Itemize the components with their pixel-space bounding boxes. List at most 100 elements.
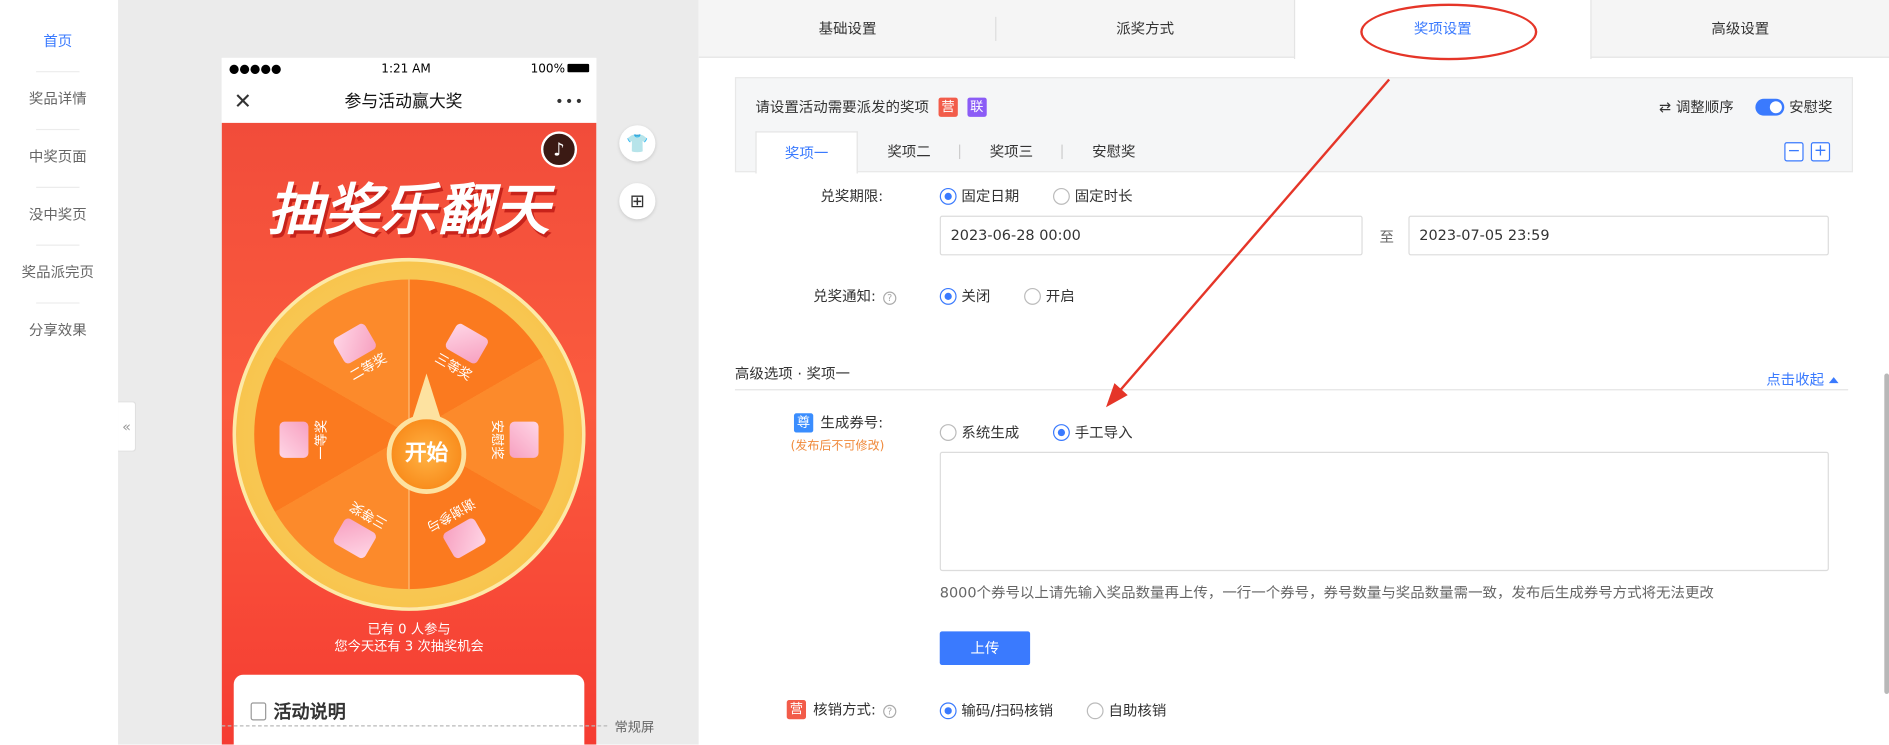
verify-method-label: 营核销方式:?: [752, 699, 897, 720]
phone-preview: ●●●●● 1:21 AM 100% ✕ 参与活动赢大奖 ••• ♪ 抽奖乐翻天…: [221, 57, 597, 745]
nav-item-prize-detail[interactable]: 奖品详情: [12, 70, 104, 128]
tab-award-method[interactable]: 派奖方式: [996, 0, 1294, 58]
coupon-options: 系统生成 手工导入: [939, 422, 1167, 442]
prize-config-title: 请设置活动需要派发的奖项 营 联: [755, 96, 987, 117]
start-date-input[interactable]: 2023-06-28 00:00: [939, 215, 1363, 256]
nav-item-lose-page[interactable]: 没中奖页: [12, 186, 104, 244]
collapse-sidebar-button[interactable]: «: [118, 401, 137, 452]
wheel-segments: 二等奖 三等奖 安慰奖 谢谢参与 三等奖 一等奖 开始: [254, 279, 564, 590]
participant-count: 已有 0 人参与: [367, 621, 451, 638]
tab-prize-2[interactable]: 奖项二: [858, 131, 961, 173]
collapse-advanced-link[interactable]: 点击收起: [1766, 369, 1839, 389]
radio-notify-off[interactable]: 关闭: [939, 286, 990, 306]
prize-sub-tabs: 奖项一 奖项二 奖项三 安慰奖: [755, 131, 1165, 174]
end-date-input[interactable]: 2023-07-05 23:59: [1408, 215, 1829, 256]
close-icon[interactable]: ✕: [234, 89, 252, 114]
start-lottery-button[interactable]: 开始: [386, 414, 467, 494]
remove-prize-button[interactable]: −: [1784, 142, 1804, 162]
radio-manual-import[interactable]: 手工导入: [1053, 422, 1133, 442]
reorder-button[interactable]: ⇄ 调整顺序: [1659, 96, 1734, 116]
more-icon[interactable]: •••: [555, 93, 584, 110]
coupon-label: 尊生成券号:: [739, 412, 883, 433]
gift-icon: [509, 421, 539, 458]
nav-item-out-of-prizes[interactable]: 奖品派完页: [12, 243, 104, 301]
phone-page-title: 参与活动赢大奖: [344, 92, 463, 113]
activity-description-title: 活动说明: [250, 699, 346, 724]
radio-notify-on[interactable]: 开启: [1024, 286, 1075, 306]
signal-icon: ●●●●●: [228, 62, 282, 76]
consolation-toggle[interactable]: [1755, 98, 1785, 116]
activity-description-card: 活动说明: [233, 674, 585, 745]
alliance-badge: 联: [967, 97, 987, 117]
nav-item-home[interactable]: 首页: [12, 12, 104, 70]
tab-prize-1[interactable]: 奖项一: [755, 131, 858, 174]
radio-system-generate[interactable]: 系统生成: [939, 422, 1019, 442]
participation-info: 已有 0 人参与 您今天还有 3 次抽奖机会: [222, 622, 597, 656]
battery-indicator: 100%: [531, 62, 590, 75]
premium-badge: 尊: [793, 413, 814, 433]
phone-navbar: ✕ 参与活动赢大奖 •••: [221, 79, 597, 123]
prize-config-actions: ⇄ 调整顺序 安慰奖: [1659, 96, 1833, 116]
radio-self-verify[interactable]: 自助核销: [1086, 700, 1166, 720]
radio-fixed-duration[interactable]: 固定时长: [1053, 186, 1133, 206]
tab-consolation[interactable]: 安慰奖: [1063, 131, 1165, 173]
advanced-section-title: 高级选项 · 奖项一: [734, 365, 850, 382]
radio-indicator[interactable]: [939, 701, 957, 719]
screen-fold-line: [221, 725, 608, 727]
radio-fixed-date[interactable]: 固定日期: [939, 186, 1019, 206]
poster-title: 抽奖乐翻天: [267, 177, 551, 243]
verify-method-options: 输码/扫码核销 自助核销: [939, 700, 1200, 720]
prize-wheel: 二等奖 三等奖 安慰奖 谢谢参与 三等奖 一等奖 开始: [232, 257, 586, 611]
battery-icon: [567, 63, 590, 73]
radio-indicator[interactable]: [1053, 423, 1070, 441]
grid-icon[interactable]: ⊞: [619, 183, 656, 220]
scrollbar[interactable]: [1884, 373, 1889, 694]
wheel-prize-label: 二等奖: [316, 313, 404, 393]
wheel-prize-label: 一等奖: [279, 404, 331, 476]
nav-item-share[interactable]: 分享效果: [12, 301, 104, 359]
upload-button[interactable]: 上传: [939, 631, 1031, 666]
radio-indicator[interactable]: [1086, 701, 1104, 719]
document-icon: [250, 702, 267, 721]
theme-shirt-icon[interactable]: 👕: [619, 125, 656, 162]
wheel-prize-label: 安慰奖: [488, 404, 539, 476]
add-prize-button[interactable]: +: [1810, 142, 1831, 162]
radio-indicator[interactable]: [1024, 287, 1041, 305]
gift-icon: [279, 421, 309, 458]
radio-indicator[interactable]: [1053, 187, 1070, 205]
redeem-notify-options: 关闭 开启: [939, 286, 1109, 306]
remaining-chances: 您今天还有 3 次抽奖机会: [334, 638, 484, 655]
phone-status-bar: ●●●●● 1:21 AM 100%: [221, 57, 597, 80]
wheel-pointer: [412, 373, 441, 420]
redeem-notify-label: 兑奖通知:?: [752, 286, 897, 306]
tab-prize-3[interactable]: 奖项三: [960, 131, 1063, 173]
prize-config-box: 请设置活动需要派发的奖项 营 联 ⇄ 调整顺序 安慰奖 奖项一 奖项二 奖项三 …: [734, 77, 1853, 174]
marketing-badge: 营: [786, 699, 806, 720]
coupon-codes-textarea[interactable]: [939, 451, 1829, 572]
tab-basic-settings[interactable]: 基础设置: [699, 0, 997, 58]
radio-code-scan[interactable]: 输码/扫码核销: [939, 700, 1053, 720]
coupon-note: (发布后不可修改): [790, 439, 885, 454]
lottery-poster: ♪ 抽奖乐翻天 二等奖 三等奖 安慰奖 谢谢参与 三等奖 一等奖 开始 已有 0…: [221, 122, 597, 745]
music-icon[interactable]: ♪: [540, 131, 578, 168]
settings-panel: 基础设置 派奖方式 奖项设置 高级设置 请设置活动需要派发的奖项 营 联 ⇄ 调…: [698, 0, 1889, 745]
redeem-period-label: 兑奖期限:: [820, 187, 884, 205]
help-icon[interactable]: ?: [883, 291, 897, 305]
preview-area: « ●●●●● 1:21 AM 100% ✕ 参与活动赢大奖 ••• ♪ 抽奖乐…: [118, 0, 699, 745]
wheel-prize-label: 谢谢参与: [415, 489, 503, 569]
help-icon[interactable]: ?: [883, 704, 897, 719]
marketing-badge: 营: [938, 97, 958, 117]
status-time: 1:21 AM: [381, 62, 431, 76]
left-nav: 首页 奖品详情 中奖页面 没中奖页 奖品派完页 分享效果: [0, 0, 119, 745]
radio-indicator[interactable]: [939, 423, 957, 441]
consolation-toggle-label: 安慰奖: [1789, 98, 1833, 116]
radio-indicator[interactable]: [939, 187, 957, 205]
settings-tabs: 基础设置 派奖方式 奖项设置 高级设置: [698, 0, 1889, 60]
coupon-import-tip: 8000个券号以上请先输入奖品数量再上传，一行一个券号，券号数量与奖品数量需一致…: [939, 584, 1714, 602]
date-range-separator: 至: [1379, 228, 1394, 246]
redeem-period-options: 固定日期 固定时长: [939, 186, 1167, 206]
tab-advanced-settings[interactable]: 高级设置: [1592, 0, 1889, 58]
radio-indicator[interactable]: [939, 287, 957, 305]
nav-item-win-page[interactable]: 中奖页面: [12, 128, 104, 186]
caret-up-icon: [1828, 377, 1839, 384]
